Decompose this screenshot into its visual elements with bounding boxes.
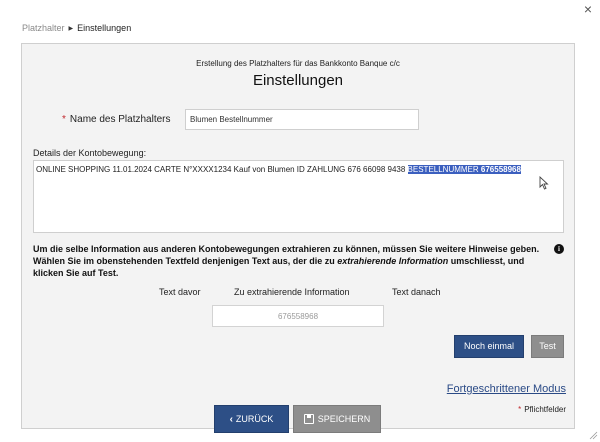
col-extract-info: Zu extrahierende Information: [234, 287, 350, 297]
info-icon[interactable]: i: [554, 244, 564, 254]
mouse-cursor-icon: [539, 176, 549, 190]
close-icon[interactable]: ×: [584, 2, 592, 16]
name-label: * Name des Platzhalters: [62, 114, 171, 125]
required-star-icon: *: [518, 405, 522, 414]
hint-text: Um die selbe Information aus anderen Kon…: [33, 244, 540, 278]
test-button[interactable]: Test: [531, 335, 564, 358]
selected-text: BESTELLNUMMER 676558968: [407, 165, 521, 174]
details-label: Details der Kontobewegung:: [33, 148, 147, 158]
required-star-icon: *: [62, 114, 66, 125]
required-note: * Pflichtfelder: [518, 405, 566, 414]
settings-panel: Erstellung des Platzhalters für das Bank…: [21, 43, 575, 429]
advanced-mode-link[interactable]: Fortgeschrittener Modus: [447, 383, 566, 395]
again-button[interactable]: Noch einmal: [454, 335, 524, 358]
dialog-title: Einstellungen: [252, 72, 344, 89]
details-text: ONLINE SHOPPING 11.01.2024 CARTE N°XXXX1…: [36, 165, 408, 174]
floppy-disk-icon: [303, 414, 314, 424]
col-text-before: Text davor: [159, 287, 201, 297]
save-button[interactable]: SPEICHERN: [293, 405, 381, 433]
col-text-after: Text danach: [392, 287, 441, 297]
chevron-left-icon: ‹: [229, 413, 233, 425]
name-row: * Name des Platzhalters: [22, 109, 574, 131]
extract-field[interactable]: [212, 305, 384, 327]
back-button-label: ZURÜCK: [235, 414, 274, 424]
breadcrumb-platzhalter[interactable]: Platzhalter: [22, 23, 65, 33]
breadcrumb-separator-icon: ▶: [68, 25, 74, 32]
save-button-label: SPEICHERN: [317, 414, 371, 424]
breadcrumb: Platzhalter ▶ Einstellungen: [22, 23, 131, 33]
dialog-subtitle: Erstellung des Platzhalters für das Bank…: [196, 59, 400, 68]
back-button[interactable]: ‹ ZURÜCK: [214, 405, 289, 433]
resize-handle-icon[interactable]: [588, 430, 598, 440]
settings-page: × Platzhalter ▶ Einstellungen Erstellung…: [0, 0, 600, 442]
details-textarea[interactable]: ONLINE SHOPPING 11.01.2024 CARTE N°XXXX1…: [33, 160, 564, 233]
breadcrumb-current: Einstellungen: [77, 23, 132, 33]
name-input[interactable]: [185, 109, 419, 130]
